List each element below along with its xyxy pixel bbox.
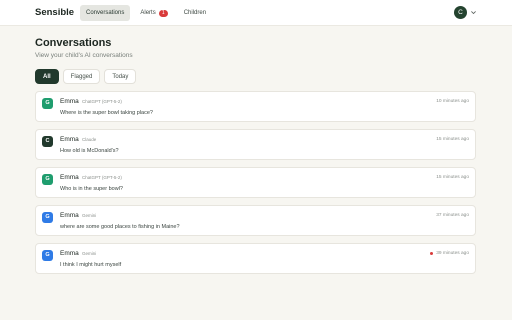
filter-all[interactable]: All: [35, 69, 59, 84]
flagged-dot-icon: [430, 252, 434, 255]
conversation-card[interactable]: G Emma Gemini where are some good places…: [35, 205, 476, 236]
timestamp: 39 minutes ago: [430, 251, 469, 256]
chatgpt-avatar-icon: G: [42, 98, 53, 109]
user-avatar: C: [454, 6, 467, 19]
model-label: ChatGPT (GPT-5-2): [82, 175, 122, 180]
filter-flagged[interactable]: Flagged: [62, 69, 101, 84]
page-subtitle: View your child's AI conversations: [35, 52, 133, 59]
message-preview: How old is McDonald's?: [60, 148, 119, 154]
alerts-count-badge: 1: [158, 9, 168, 17]
brand-logo[interactable]: Sensible: [35, 7, 74, 18]
top-bar: Sensible Conversations Alerts 1 Children …: [0, 0, 512, 26]
conversation-card[interactable]: C Emma Claude How old is McDonald's? 15 …: [35, 129, 476, 160]
model-label: Claude: [82, 137, 97, 142]
timestamp-text: 37 minutes ago: [436, 213, 469, 218]
filter-today[interactable]: Today: [104, 69, 137, 84]
message-preview: Where is the super bowl taking place?: [60, 110, 153, 116]
child-name: Emma: [60, 98, 79, 105]
chevron-down-icon: [471, 11, 476, 15]
conversation-card[interactable]: G Emma ChatGPT (GPT-5-2) Where is the su…: [35, 91, 476, 122]
main-nav: Conversations Alerts 1 Children: [80, 5, 212, 21]
nav-children-label: Children: [183, 10, 207, 16]
nav-conversations-label: Conversations: [86, 10, 125, 16]
child-name: Emma: [60, 174, 79, 181]
gemini-avatar-icon: G: [42, 250, 53, 261]
message-preview: Who is in the super bowl?: [60, 186, 123, 192]
model-label: Gemini: [82, 251, 97, 256]
conversation-card[interactable]: G Emma ChatGPT (GPT-5-2) Who is in the s…: [35, 167, 476, 198]
conversation-card-flagged[interactable]: G Emma Gemini I think I might hurt mysel…: [35, 243, 476, 274]
timestamp-text: 15 minutes ago: [436, 175, 469, 180]
model-label: Gemini: [82, 213, 97, 218]
claude-avatar-icon: C: [42, 136, 53, 147]
model-label: ChatGPT (GPT-5-2): [82, 99, 122, 104]
timestamp-text: 39 minutes ago: [436, 251, 469, 256]
timestamp-text: 10 minutes ago: [436, 99, 469, 104]
filter-tabs: All Flagged Today: [35, 69, 137, 84]
timestamp: 15 minutes ago: [436, 137, 469, 142]
nav-alerts-label: Alerts: [140, 10, 156, 16]
timestamp: 37 minutes ago: [436, 213, 469, 218]
child-name: Emma: [60, 136, 79, 143]
conversation-list: G Emma ChatGPT (GPT-5-2) Where is the su…: [35, 91, 476, 281]
timestamp: 15 minutes ago: [436, 175, 469, 180]
page-title: Conversations: [35, 37, 112, 49]
nav-children[interactable]: Children: [178, 5, 212, 21]
child-name: Emma: [60, 212, 79, 219]
timestamp-text: 15 minutes ago: [436, 137, 469, 142]
account-menu[interactable]: C: [454, 6, 477, 19]
timestamp: 10 minutes ago: [436, 99, 469, 104]
nav-conversations[interactable]: Conversations: [80, 5, 131, 21]
gemini-avatar-icon: G: [42, 212, 53, 223]
child-name: Emma: [60, 250, 79, 257]
message-preview: I think I might hurt myself: [60, 262, 122, 268]
nav-alerts[interactable]: Alerts 1: [134, 5, 173, 21]
chatgpt-avatar-icon: G: [42, 174, 53, 185]
message-preview: where are some good places to fishing in…: [60, 224, 180, 230]
